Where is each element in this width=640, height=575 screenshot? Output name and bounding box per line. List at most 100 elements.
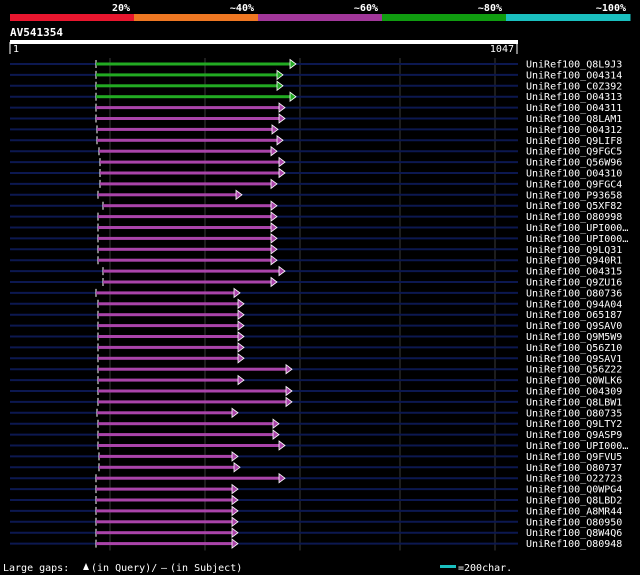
hit-bar[interactable]	[96, 542, 234, 546]
hit-bar[interactable]	[98, 378, 240, 382]
hit-bar[interactable]	[103, 204, 273, 208]
hit-bar[interactable]	[96, 95, 292, 99]
hit-label[interactable]: UniRef100_UPI000…	[526, 234, 628, 245]
hit-row[interactable]: UniRef100_Q0WPG4	[10, 483, 622, 496]
hit-bar[interactable]	[98, 193, 238, 197]
hit-row[interactable]: UniRef100_Q9SAV0	[10, 320, 622, 332]
hit-bar[interactable]	[99, 465, 236, 469]
hit-bar[interactable]	[100, 182, 273, 186]
hit-bar[interactable]	[97, 127, 274, 131]
hit-label[interactable]: UniRef100_O65187	[526, 310, 622, 321]
hit-label[interactable]: UniRef100_Q56Z22	[526, 365, 622, 376]
hit-label[interactable]: UniRef100_Q0WLK6	[526, 376, 622, 387]
hit-label[interactable]: UniRef100_O80736	[526, 288, 622, 299]
hit-row[interactable]: UniRef100_Q9LQ31	[10, 244, 622, 256]
hit-bar[interactable]	[98, 258, 273, 262]
hit-row[interactable]: UniRef100_O22723	[10, 472, 622, 485]
hit-row[interactable]: UniRef100_O80948	[10, 538, 622, 550]
hit-row[interactable]: UniRef100_O80950	[10, 516, 622, 528]
hit-label[interactable]: UniRef100_Q940R1	[526, 256, 622, 267]
hit-bar[interactable]	[98, 367, 288, 371]
hit-label[interactable]: UniRef100_Q8LBD2	[526, 496, 622, 507]
hit-bar[interactable]	[96, 84, 279, 88]
hit-label[interactable]: UniRef100_Q9ASP9	[526, 430, 622, 441]
hit-label[interactable]: UniRef100_O80998	[526, 212, 622, 223]
hit-bar[interactable]	[98, 422, 275, 426]
hit-label[interactable]: UniRef100_Q9ZU16	[526, 278, 622, 289]
hit-label[interactable]: UniRef100_Q5XF82	[526, 201, 622, 212]
hit-label[interactable]: UniRef100_Q9FGC5	[526, 147, 622, 158]
hit-bar[interactable]	[100, 171, 281, 175]
hit-label[interactable]: UniRef100_Q8W4Q6	[526, 528, 622, 539]
hit-bar[interactable]	[96, 73, 279, 77]
hit-bar[interactable]	[98, 400, 288, 404]
hit-row[interactable]: UniRef100_Q8LBD2	[10, 494, 622, 507]
hit-bar[interactable]	[96, 62, 292, 66]
hit-label[interactable]: UniRef100_Q9SAV0	[526, 321, 622, 332]
hit-label[interactable]: UniRef100_UPI000…	[526, 223, 628, 234]
hit-row[interactable]: UniRef100_Q8L9J3	[10, 58, 622, 71]
hit-row[interactable]: UniRef100_O04312	[10, 124, 622, 136]
hit-bar[interactable]	[98, 247, 273, 251]
hit-bar[interactable]	[98, 215, 273, 219]
hit-bar[interactable]	[96, 476, 281, 480]
hit-row[interactable]: UniRef100_Q56W96	[10, 156, 622, 169]
hit-row[interactable]: UniRef100_Q9FVU5	[10, 451, 622, 463]
hit-row[interactable]: UniRef100_UPI000…	[10, 222, 628, 234]
hit-label[interactable]: UniRef100_Q56W96	[526, 158, 622, 169]
hit-bar[interactable]	[100, 160, 281, 164]
hit-label[interactable]: UniRef100_Q56Z10	[526, 343, 622, 354]
hit-label[interactable]: UniRef100_Q8LBW1	[526, 397, 622, 408]
hit-bar[interactable]	[99, 149, 273, 153]
hit-bar[interactable]	[98, 335, 240, 338]
hit-bar[interactable]	[98, 236, 273, 240]
hit-row[interactable]: UniRef100_O80735	[10, 407, 622, 419]
hit-bar[interactable]	[96, 487, 234, 491]
hit-row[interactable]: UniRef100_Q9ASP9	[10, 429, 622, 441]
hit-label[interactable]: UniRef100_O04309	[526, 387, 622, 398]
hit-row[interactable]: UniRef100_O04309	[10, 385, 622, 398]
hit-label[interactable]: UniRef100_Q9SAV1	[526, 354, 622, 365]
hit-row[interactable]: UniRef100_Q9FGC5	[10, 145, 622, 158]
hit-label[interactable]: UniRef100_O04312	[526, 125, 622, 136]
hit-label[interactable]: UniRef100_O04311	[526, 103, 622, 114]
hit-bar[interactable]	[98, 356, 240, 360]
hit-row[interactable]: UniRef100_UPI000…	[10, 440, 628, 452]
hit-row[interactable]: UniRef100_Q9M5W9	[10, 331, 622, 343]
hit-row[interactable]: UniRef100_Q56Z22	[10, 363, 622, 376]
hit-label[interactable]: UniRef100_Q9LIF8	[526, 136, 622, 147]
hit-bar[interactable]	[98, 313, 240, 317]
hit-bar[interactable]	[103, 280, 273, 284]
hit-bar[interactable]	[98, 345, 240, 349]
hit-label[interactable]: UniRef100_O04315	[526, 267, 622, 278]
hit-label[interactable]: UniRef100_A8MR44	[526, 506, 622, 517]
hit-row[interactable]: UniRef100_O65187	[10, 309, 622, 321]
hit-label[interactable]: UniRef100_O80950	[526, 517, 622, 528]
hit-label[interactable]: UniRef100_O04314	[526, 70, 622, 81]
hit-bar[interactable]	[98, 389, 288, 393]
hit-label[interactable]: UniRef100_C0Z392	[526, 81, 622, 92]
hit-label[interactable]: UniRef100_Q9FVU5	[526, 452, 622, 463]
hit-row[interactable]: UniRef100_O80737	[10, 462, 622, 474]
hit-label[interactable]: UniRef100_P93658	[526, 190, 622, 201]
hit-label[interactable]: UniRef100_Q9M5W9	[526, 332, 622, 343]
hit-bar[interactable]	[103, 269, 281, 273]
hit-row[interactable]: UniRef100_Q9SAV1	[10, 353, 622, 365]
hit-bar[interactable]	[96, 531, 234, 535]
hit-bar[interactable]	[96, 520, 234, 524]
hit-label[interactable]: UniRef100_Q9LTY2	[526, 419, 622, 430]
hit-row[interactable]: UniRef100_Q8LBW1	[10, 396, 622, 408]
hit-row[interactable]: UniRef100_O04313	[10, 91, 622, 103]
hit-row[interactable]: UniRef100_Q56Z10	[10, 342, 622, 354]
hit-label[interactable]: UniRef100_O22723	[526, 474, 622, 485]
hit-row[interactable]: UniRef100_Q5XF82	[10, 200, 622, 212]
hit-label[interactable]: UniRef100_UPI000…	[526, 441, 628, 452]
hit-row[interactable]: UniRef100_Q9ZU16	[10, 276, 622, 289]
hit-row[interactable]: UniRef100_Q0WLK6	[10, 374, 622, 387]
hit-label[interactable]: UniRef100_O80735	[526, 408, 622, 419]
hit-row[interactable]: UniRef100_C0Z392	[10, 80, 622, 92]
hit-bar[interactable]	[98, 433, 275, 437]
hit-label[interactable]: UniRef100_O04313	[526, 92, 622, 103]
hit-bar[interactable]	[98, 302, 240, 306]
hit-label[interactable]: UniRef100_Q0WPG4	[526, 485, 622, 496]
